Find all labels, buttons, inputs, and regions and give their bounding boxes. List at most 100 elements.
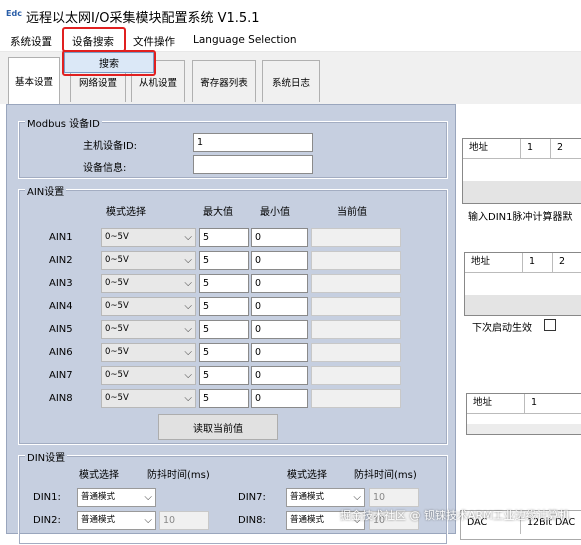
- chevron-down-icon: ⌵: [184, 347, 192, 358]
- tab-system-log[interactable]: 系统日志: [262, 60, 320, 102]
- ain-min-input[interactable]: 0: [251, 274, 308, 293]
- ain-max-input[interactable]: 5: [199, 251, 249, 270]
- ain-row-label: AIN7: [49, 370, 73, 381]
- din7-debounce-input[interactable]: 10: [369, 488, 419, 507]
- ain-mode-select[interactable]: 0~5V ⌵: [101, 366, 196, 385]
- din2-debounce-input[interactable]: 10: [159, 511, 209, 530]
- ain-max-input[interactable]: 5: [199, 297, 249, 316]
- device-info-label: 设备信息:: [83, 163, 127, 174]
- din2-label: DIN2:: [33, 515, 61, 526]
- watermark: 掘金技术社区 @ 钡铼技术ARM工业边缘计算机: [340, 509, 570, 522]
- ain-row-label: AIN6: [49, 347, 73, 358]
- chevron-down-icon: ⌵: [144, 492, 152, 503]
- grid-header-cell: 1: [523, 253, 553, 273]
- ain-legend: AIN设置: [25, 183, 67, 198]
- ain-min-input[interactable]: 0: [251, 343, 308, 362]
- select-value: 普通模式: [81, 515, 116, 525]
- grid-scroll-area[interactable]: [463, 181, 581, 203]
- ain-min-input[interactable]: 0: [251, 320, 308, 339]
- ain-max-input[interactable]: 5: [199, 320, 249, 339]
- ain-row-label: AIN1: [49, 232, 73, 243]
- device-info-input[interactable]: [193, 155, 313, 174]
- next-boot-checkbox[interactable]: [544, 319, 556, 331]
- ain-max-input[interactable]: 5: [199, 274, 249, 293]
- ain-mode-select[interactable]: 0~5V ⌵: [101, 251, 196, 270]
- host-id-label: 主机设备ID:: [83, 141, 138, 152]
- ain-min-input[interactable]: 0: [251, 366, 308, 385]
- ain-row-label: AIN3: [49, 278, 73, 289]
- menu-language-selection[interactable]: Language Selection: [193, 34, 297, 46]
- select-value: 普通模式: [290, 492, 325, 502]
- select-value: 普通模式: [81, 492, 116, 502]
- grid-header-cell: 2: [551, 139, 581, 159]
- next-boot-label: 下次启动生效: [472, 323, 532, 334]
- grid-header-cell: 地址: [463, 139, 521, 159]
- grid-header-cell: 地址: [467, 394, 525, 414]
- read-current-value-button[interactable]: 读取当前值: [158, 414, 278, 440]
- select-value: 0~5V: [105, 324, 129, 334]
- tab-label: 基本设置: [14, 77, 53, 88]
- ain-current-value: [311, 297, 401, 316]
- ain-min-input[interactable]: 0: [251, 389, 308, 408]
- ain-current-value: [311, 366, 401, 385]
- tab-basic-settings[interactable]: 基本设置: [8, 57, 60, 104]
- settings-grid[interactable]: 地址 1 2: [464, 252, 581, 316]
- title-bar: Edc 远程以太网I/O采集模块配置系统 V1.5.1: [0, 0, 581, 30]
- menu-system-settings[interactable]: 系统设置: [10, 34, 52, 49]
- ain-min-input[interactable]: 0: [251, 297, 308, 316]
- chevron-down-icon: ⌵: [184, 255, 192, 266]
- ain-current-value: [311, 228, 401, 247]
- ain-mode-select[interactable]: 0~5V ⌵: [101, 274, 196, 293]
- ain-row-label: AIN2: [49, 255, 73, 266]
- ain-max-input[interactable]: 5: [199, 343, 249, 362]
- select-value: 0~5V: [105, 301, 129, 311]
- select-value: 普通模式: [290, 515, 325, 525]
- din1-mode-select[interactable]: 普通模式 ⌵: [77, 488, 156, 507]
- grid-scroll-area[interactable]: [465, 295, 581, 315]
- chevron-down-icon: ⌵: [184, 370, 192, 381]
- grid-header-cell: 1: [521, 139, 551, 159]
- right-panel: 地址 1 2 输入DIN1脉冲计算器默 地址 1 2 下次启动生效 地址 1 D…: [456, 104, 581, 540]
- tab-label: 寄存器列表: [200, 77, 248, 89]
- din-mode-header-right: 模式选择: [287, 470, 327, 481]
- chevron-down-icon: ⌵: [184, 232, 192, 243]
- din7-mode-select[interactable]: 普通模式 ⌵: [286, 488, 365, 507]
- ain-row-label: AIN4: [49, 301, 73, 312]
- din7-label: DIN7:: [238, 492, 266, 503]
- host-id-input[interactable]: 1: [193, 133, 313, 152]
- tab-label: 网络设置: [78, 77, 117, 89]
- din2-mode-select[interactable]: 普通模式 ⌵: [77, 511, 156, 530]
- ain-current-value: [311, 274, 401, 293]
- ain-min-input[interactable]: 0: [251, 228, 308, 247]
- menu-file-operations[interactable]: 文件操作: [133, 34, 175, 49]
- grid-scroll-area[interactable]: [467, 424, 581, 434]
- grid-header-cell: 1: [525, 394, 581, 414]
- ain-max-input[interactable]: 5: [199, 228, 249, 247]
- ain-mode-select[interactable]: 0~5V ⌵: [101, 389, 196, 408]
- ain-max-header: 最大值: [203, 207, 233, 218]
- din-counter-caption: 输入DIN1脉冲计算器默: [468, 212, 573, 223]
- select-value: 0~5V: [105, 278, 129, 288]
- ain-mode-header: 模式选择: [106, 207, 146, 218]
- ain-current-header: 当前值: [337, 207, 367, 218]
- ain-mode-select[interactable]: 0~5V ⌵: [101, 320, 196, 339]
- tab-label: 从机设置: [138, 77, 177, 89]
- grid-header-cell: 2: [553, 253, 581, 273]
- din-debounce-header-right: 防抖时间(ms): [354, 470, 417, 481]
- dac-address-grid[interactable]: 地址 1: [466, 393, 581, 435]
- tab-register-list[interactable]: 寄存器列表: [192, 60, 256, 102]
- din-debounce-header-left: 防抖时间(ms): [147, 470, 210, 481]
- ain-max-input[interactable]: 5: [199, 389, 249, 408]
- select-value: 0~5V: [105, 370, 129, 380]
- ain-min-input[interactable]: 0: [251, 251, 308, 270]
- din-legend: DIN设置: [25, 449, 68, 464]
- din-mode-header-left: 模式选择: [79, 470, 119, 481]
- tab-label: 系统日志: [271, 77, 310, 89]
- ain-mode-select[interactable]: 0~5V ⌵: [101, 343, 196, 362]
- ain-min-header: 最小值: [260, 207, 290, 218]
- ain-max-input[interactable]: 5: [199, 366, 249, 385]
- menu-highlight-box: [62, 27, 126, 52]
- din-counter-grid[interactable]: 地址 1 2: [462, 138, 581, 204]
- ain-mode-select[interactable]: 0~5V ⌵: [101, 297, 196, 316]
- ain-mode-select[interactable]: 0~5V ⌵: [101, 228, 196, 247]
